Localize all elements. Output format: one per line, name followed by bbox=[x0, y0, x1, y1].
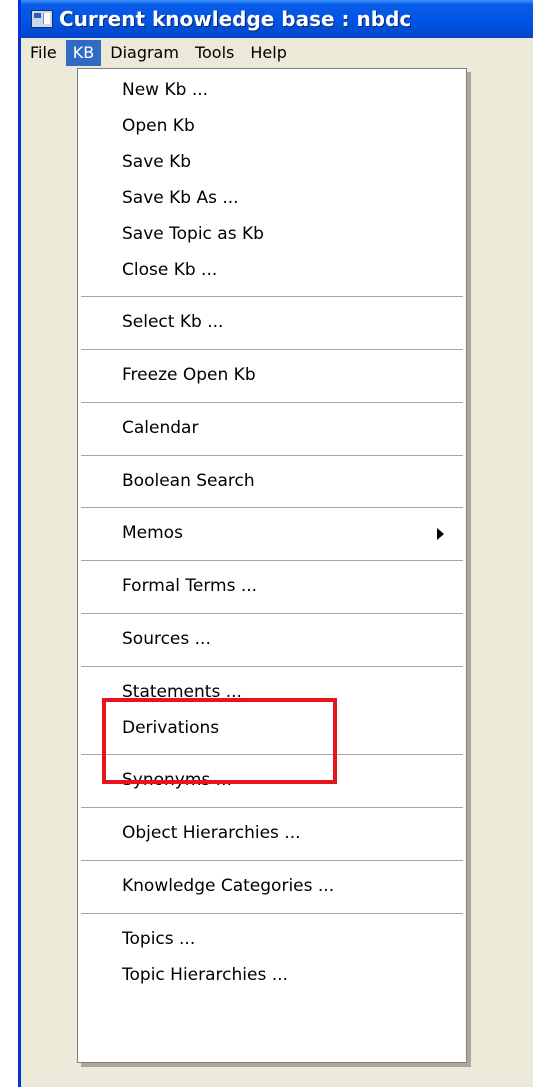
menu-item-boolean-search[interactable]: Boolean Search bbox=[78, 463, 466, 499]
menu-item-save-topic-as-kb[interactable]: Save Topic as Kb bbox=[78, 216, 466, 252]
menu-separator bbox=[81, 349, 463, 350]
menu-item-synonyms[interactable]: Synonyms ... bbox=[78, 762, 466, 798]
menu-item-memos-label: Memos bbox=[122, 523, 183, 543]
menu-separator bbox=[81, 507, 463, 508]
menu-item-object-hierarchies[interactable]: Object Hierarchies ... bbox=[78, 815, 466, 851]
menu-item-open-kb[interactable]: Open Kb bbox=[78, 108, 466, 144]
title-bar[interactable]: Current knowledge base : nbdc bbox=[21, 0, 533, 38]
menu-separator bbox=[81, 860, 463, 861]
kb-dropdown-menu: New Kb ... Open Kb Save Kb Save Kb As ..… bbox=[77, 68, 467, 1063]
menu-item-select-kb[interactable]: Select Kb ... bbox=[78, 304, 466, 340]
menu-diagram[interactable]: Diagram bbox=[103, 40, 186, 66]
menu-tools[interactable]: Tools bbox=[188, 40, 241, 66]
knowledge-base-app-icon[interactable] bbox=[31, 10, 53, 28]
menu-item-save-kb-as[interactable]: Save Kb As ... bbox=[78, 180, 466, 216]
menu-separator bbox=[81, 296, 463, 297]
menu-item-new-kb[interactable]: New Kb ... bbox=[78, 72, 466, 108]
menu-item-close-kb[interactable]: Close Kb ... bbox=[78, 252, 466, 288]
menu-item-knowledge-categories[interactable]: Knowledge Categories ... bbox=[78, 868, 466, 904]
menu-item-statements[interactable]: Statements ... bbox=[78, 674, 466, 710]
menu-file[interactable]: File bbox=[23, 40, 64, 66]
menu-item-freeze-open-kb[interactable]: Freeze Open Kb bbox=[78, 357, 466, 393]
window-title: Current knowledge base : nbdc bbox=[59, 7, 412, 31]
menu-item-formal-terms[interactable]: Formal Terms ... bbox=[78, 568, 466, 604]
menu-separator bbox=[81, 754, 463, 755]
menu-separator bbox=[81, 402, 463, 403]
menu-item-topics[interactable]: Topics ... bbox=[78, 921, 466, 957]
menu-separator bbox=[81, 455, 463, 456]
menu-item-save-kb[interactable]: Save Kb bbox=[78, 144, 466, 180]
menu-item-topic-hierarchies[interactable]: Topic Hierarchies ... bbox=[78, 957, 466, 993]
menu-separator bbox=[81, 613, 463, 614]
menu-item-memos[interactable]: Memos bbox=[78, 515, 466, 551]
menu-item-calendar[interactable]: Calendar bbox=[78, 410, 466, 446]
menu-separator bbox=[81, 560, 463, 561]
menu-item-derivations[interactable]: Derivations bbox=[78, 710, 466, 746]
menu-kb[interactable]: KB bbox=[65, 40, 102, 66]
menu-separator bbox=[81, 666, 463, 667]
menu-item-sources[interactable]: Sources ... bbox=[78, 621, 466, 657]
menu-bar: File KB Diagram Tools Help bbox=[21, 38, 533, 68]
menu-separator bbox=[81, 807, 463, 808]
chevron-right-icon bbox=[437, 528, 444, 540]
menu-help[interactable]: Help bbox=[243, 40, 293, 66]
menu-separator bbox=[81, 913, 463, 914]
